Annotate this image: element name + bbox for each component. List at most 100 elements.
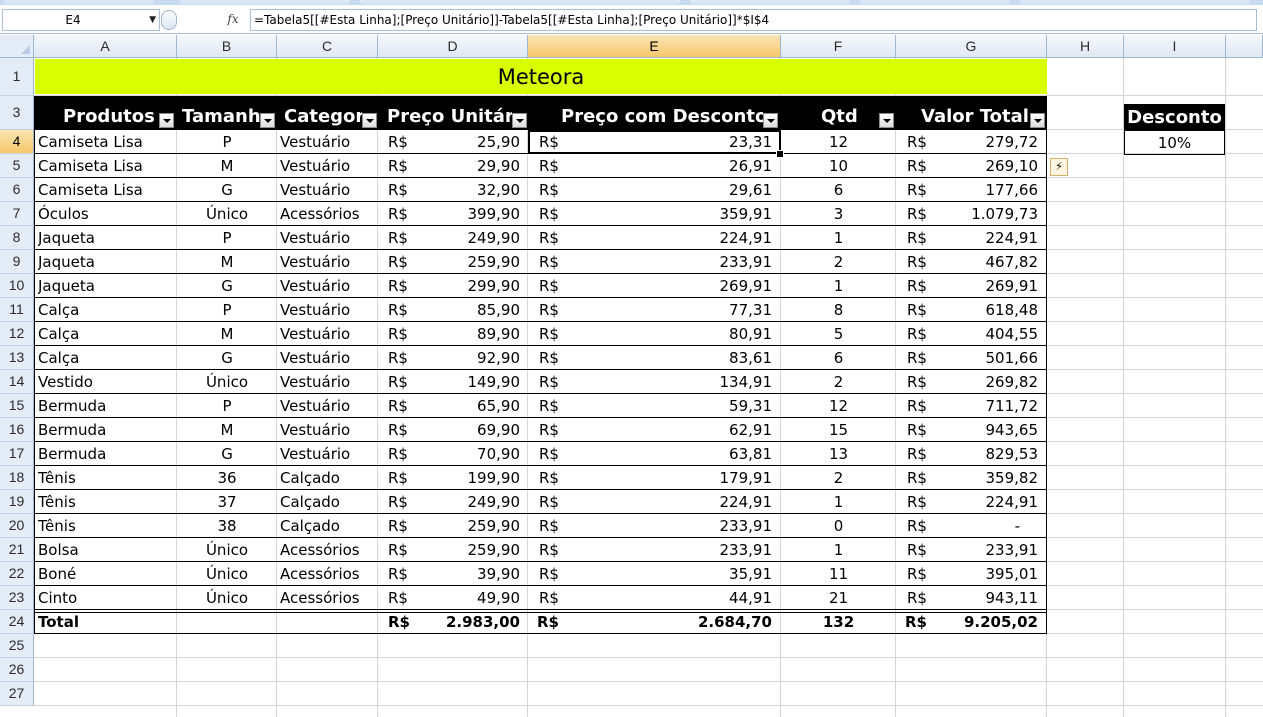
total-value-cell[interactable]: 1.079,73	[950, 203, 1038, 225]
product-cell[interactable]: Boné	[38, 563, 174, 585]
product-cell[interactable]: Óculos	[38, 203, 174, 225]
total-value-cell[interactable]: 395,01	[950, 563, 1039, 585]
size-cell[interactable]: P	[178, 227, 276, 249]
unit-price-cell[interactable]: 149,90	[420, 371, 521, 393]
row-header-10[interactable]: 10	[0, 274, 34, 298]
product-cell[interactable]: Tênis	[38, 467, 174, 489]
currency-cell[interactable]: R$	[907, 251, 947, 273]
size-cell[interactable]: G	[178, 347, 276, 369]
discount-value[interactable]: 10%	[1124, 130, 1225, 155]
autocorrect-options-icon[interactable]: ⚡	[1050, 158, 1068, 176]
category-cell[interactable]: Vestuário	[280, 347, 376, 369]
size-cell[interactable]: G	[178, 179, 276, 201]
discount-price-cell[interactable]: 29,61	[580, 179, 772, 201]
currency-cell[interactable]: R$	[907, 203, 947, 225]
filter-dropdown-icon[interactable]	[260, 113, 275, 128]
category-cell[interactable]: Acessórios	[280, 203, 376, 225]
select-all-button[interactable]	[0, 35, 34, 58]
total-value[interactable]: 9.205,02	[950, 611, 1038, 633]
qty-cell[interactable]: 6	[781, 347, 896, 369]
total-unit-price[interactable]: 2.983,00	[420, 611, 520, 633]
discount-price-cell[interactable]: 233,91	[580, 515, 773, 537]
currency-cell[interactable]: R$	[907, 131, 947, 153]
category-cell[interactable]: Vestuário	[280, 131, 376, 153]
qty-cell[interactable]: 2	[781, 251, 896, 273]
unit-price-cell[interactable]: 199,90	[420, 467, 521, 489]
discount-price-cell[interactable]: 269,91	[580, 275, 773, 297]
total-value-cell[interactable]: 224,91	[950, 227, 1039, 249]
row-header-15[interactable]: 15	[0, 394, 34, 418]
qty-cell[interactable]: 12	[781, 395, 896, 417]
filter-dropdown-icon[interactable]	[879, 113, 894, 128]
currency-cell[interactable]: R$	[539, 251, 579, 273]
row-header-14[interactable]: 14	[0, 370, 34, 394]
qty-cell[interactable]: 10	[781, 155, 896, 177]
total-discount-price[interactable]: 2.684,70	[580, 611, 772, 633]
category-cell[interactable]: Vestuário	[280, 371, 376, 393]
filter-dropdown-icon[interactable]	[159, 113, 174, 128]
category-cell[interactable]: Vestuário	[280, 299, 376, 321]
unit-price-cell[interactable]: 29,90	[420, 155, 520, 177]
currency-cell[interactable]: R$	[539, 395, 579, 417]
currency-cell[interactable]: R$	[907, 515, 947, 537]
column-header-g[interactable]: G	[896, 35, 1047, 58]
size-cell[interactable]: M	[178, 155, 276, 177]
table-header-3[interactable]: Categoria	[284, 96, 362, 130]
currency-cell[interactable]: R$	[907, 395, 947, 417]
discount-header[interactable]: Desconto	[1124, 104, 1225, 130]
fill-handle[interactable]	[776, 150, 784, 158]
row-header-24[interactable]: 24	[0, 610, 34, 634]
total-value-cell[interactable]: 943,65	[950, 419, 1039, 441]
currency-cell[interactable]: R$	[539, 515, 579, 537]
category-cell[interactable]: Vestuário	[280, 395, 376, 417]
currency-cell[interactable]: R$	[539, 371, 579, 393]
row-header-16[interactable]: 16	[0, 418, 34, 442]
currency-cell[interactable]: R$	[539, 227, 579, 249]
discount-price-cell[interactable]: 44,91	[580, 587, 772, 609]
row-header-7[interactable]: 7	[0, 202, 34, 226]
size-cell[interactable]: M	[178, 419, 276, 441]
product-cell[interactable]: Bermuda	[38, 395, 174, 417]
category-cell[interactable]: Calçado	[280, 491, 376, 513]
qty-cell[interactable]: 1	[781, 227, 896, 249]
discount-price-cell[interactable]: 134,91	[580, 371, 773, 393]
size-cell[interactable]: P	[178, 131, 276, 153]
unit-price-cell[interactable]: 299,90	[420, 275, 521, 297]
category-cell[interactable]: Vestuário	[280, 323, 376, 345]
qty-cell[interactable]: 11	[781, 563, 896, 585]
total-value-cell[interactable]: 829,53	[950, 443, 1039, 465]
row-header-5[interactable]: 5	[0, 154, 34, 178]
currency-cell[interactable]: R$	[907, 563, 947, 585]
currency-cell[interactable]: R$	[907, 227, 947, 249]
total-qty[interactable]: 132	[781, 611, 896, 633]
currency-cell[interactable]: R$	[907, 443, 947, 465]
currency-cell[interactable]: R$	[907, 275, 947, 297]
currency-cell[interactable]: R$	[539, 467, 579, 489]
table-header-1[interactable]: Produtos	[63, 96, 159, 130]
product-cell[interactable]: Camiseta Lisa	[38, 131, 174, 153]
currency-cell[interactable]: R$	[907, 467, 947, 489]
category-cell[interactable]: Vestuário	[280, 227, 376, 249]
column-header-e[interactable]: E	[528, 35, 781, 58]
product-cell[interactable]: Calça	[38, 299, 174, 321]
product-cell[interactable]: Bermuda	[38, 443, 174, 465]
product-cell[interactable]: Calça	[38, 323, 174, 345]
total-label[interactable]: Total	[38, 611, 174, 633]
unit-price-cell[interactable]: 249,90	[420, 227, 521, 249]
size-cell[interactable]: Único	[178, 563, 276, 585]
total-value-cell[interactable]: -	[960, 515, 1020, 537]
size-cell[interactable]: 36	[178, 467, 276, 489]
currency-cell[interactable]: R$	[907, 155, 947, 177]
product-cell[interactable]: Camiseta Lisa	[38, 155, 174, 177]
column-header-h[interactable]: H	[1047, 35, 1124, 58]
discount-price-cell[interactable]: 80,91	[580, 323, 772, 345]
row-header-25[interactable]: 25	[0, 634, 34, 658]
unit-price-cell[interactable]: 259,90	[420, 251, 521, 273]
currency-cell[interactable]: R$	[539, 491, 579, 513]
formula-bar-resize-handle[interactable]	[161, 10, 177, 30]
product-cell[interactable]: Camiseta Lisa	[38, 179, 174, 201]
row-header-17[interactable]: 17	[0, 442, 34, 466]
unit-price-cell[interactable]: 92,90	[420, 347, 520, 369]
chevron-down-icon[interactable]: ▼	[149, 10, 156, 30]
currency-cell[interactable]: R$	[539, 587, 579, 609]
